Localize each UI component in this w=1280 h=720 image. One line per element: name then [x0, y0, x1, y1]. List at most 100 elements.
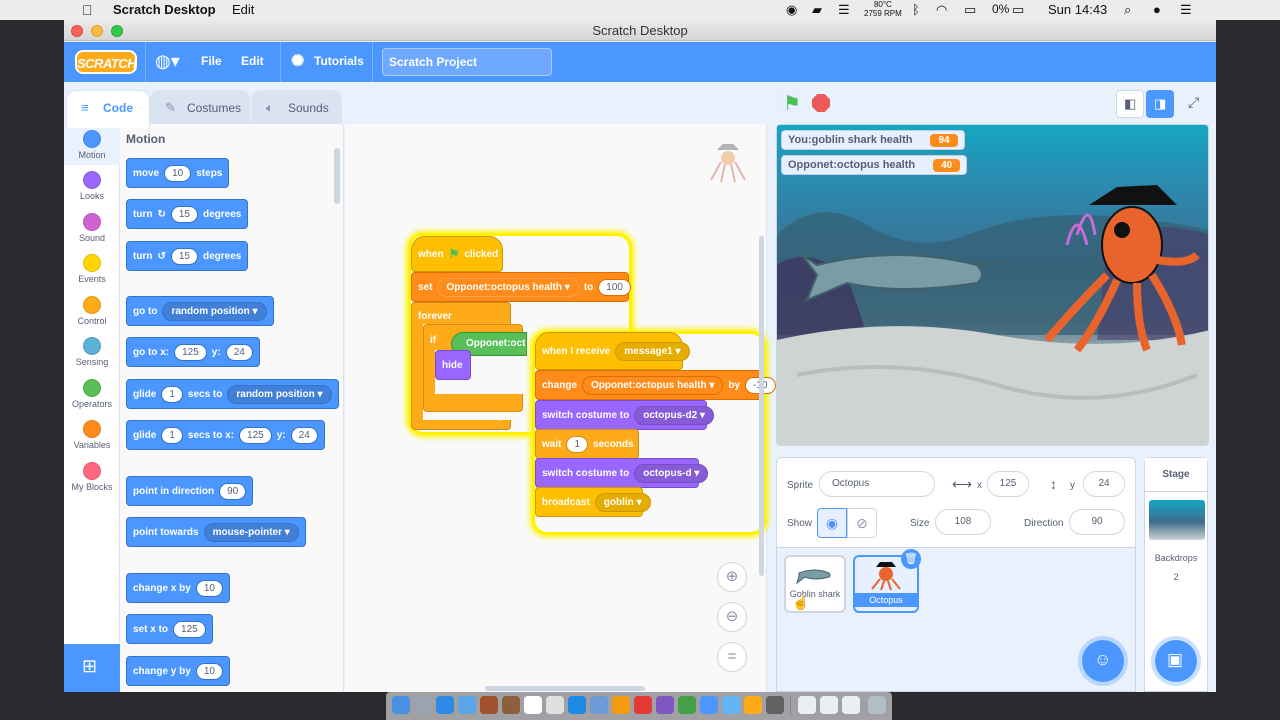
y-change-input[interactable]: 10 — [195, 662, 223, 680]
wait-seconds-input[interactable]: 1 — [566, 435, 589, 453]
block-glide-xy[interactable]: glide 1 secs to x: 125 y: 24 — [126, 420, 325, 450]
apple-icon[interactable]:  — [82, 2, 93, 18]
wifi-icon[interactable]: ◠ — [936, 2, 947, 18]
x-change-input[interactable]: 10 — [195, 579, 223, 597]
script-area-vscrollbar[interactable] — [759, 236, 764, 576]
block-turn-right[interactable]: turn ↻ 15 degrees — [126, 199, 249, 229]
tab-code[interactable]: ≡ Code — [66, 90, 150, 128]
block-when-i-receive[interactable]: when I receive message1 ▾ — [535, 332, 690, 370]
zoom-out-button[interactable]: ⊖ — [717, 602, 747, 632]
block-set-variable[interactable]: set Opponet:octopus health ▾ to 100 — [411, 272, 631, 302]
block-hide[interactable]: hide — [435, 350, 471, 380]
block-switch-costume-2[interactable]: switch costume to octopus-d ▾ — [535, 458, 709, 488]
variable-dropdown[interactable]: Opponet:octopus health ▾ — [437, 277, 579, 297]
facetime-icon[interactable] — [700, 696, 718, 714]
battery-percent[interactable]: 0% — [992, 2, 1009, 16]
set-value-input[interactable]: 100 — [598, 278, 631, 296]
app-store-icon[interactable] — [568, 696, 586, 714]
photos-icon[interactable] — [612, 696, 630, 714]
category-looks[interactable]: Looks — [64, 165, 120, 201]
x-input[interactable]: 125 — [239, 426, 272, 444]
trash-icon[interactable] — [868, 696, 886, 714]
document-icon[interactable] — [842, 696, 860, 714]
clock[interactable]: Sun 14:43 — [1048, 2, 1107, 17]
block-point-towards[interactable]: point towards mouse-pointer ▾ — [126, 517, 306, 547]
script-area[interactable]: when ⚑ clicked set Opponet:octopus health ▾… — [345, 124, 776, 692]
tutorials-button[interactable]: Tutorials — [314, 54, 364, 68]
monitor-shark-health[interactable]: You:goblin shark health 94 — [781, 130, 965, 150]
contacts-icon[interactable] — [480, 696, 498, 714]
minimize-window-button[interactable] — [91, 25, 103, 37]
scratch-desktop-icon[interactable] — [744, 696, 762, 714]
block-glide-to[interactable]: glide 1 secs to random position ▾ — [126, 379, 339, 409]
hide-sprite-button[interactable]: ⊘ — [847, 508, 877, 538]
block-when-flag-clicked[interactable]: when ⚑ clicked — [411, 236, 503, 272]
stage-canvas[interactable]: You:goblin shark health 94 Opponet:octopu… — [776, 124, 1209, 446]
stop-button[interactable] — [812, 94, 830, 112]
category-sound[interactable]: Sound — [64, 207, 120, 243]
close-window-button[interactable] — [71, 25, 83, 37]
menu-extra-icon[interactable]: ☰ — [838, 2, 850, 18]
costume-dropdown[interactable]: octopus-d ▾ — [634, 463, 709, 483]
document-icon[interactable] — [798, 696, 816, 714]
sprite-size-input[interactable]: 108 — [935, 509, 991, 535]
sprite-direction-input[interactable]: 90 — [1069, 509, 1125, 535]
category-sensing[interactable]: Sensing — [64, 331, 120, 367]
block-set-x[interactable]: set x to 125 — [126, 614, 213, 644]
category-events[interactable]: Events — [64, 248, 120, 284]
tab-sounds[interactable]: 🔈︎ Sounds — [251, 90, 342, 126]
music-icon[interactable] — [634, 696, 652, 714]
zoom-window-button[interactable] — [111, 25, 123, 37]
terminal-icon[interactable] — [766, 696, 784, 714]
edit-menu[interactable]: Edit — [241, 54, 264, 68]
language-globe-icon[interactable]: ◍▾ — [155, 51, 180, 72]
maps-icon[interactable] — [722, 696, 740, 714]
lightbulb-icon[interactable]: ✺ — [291, 51, 304, 71]
sprite-name-input[interactable]: Octopus — [819, 471, 935, 497]
block-change-variable[interactable]: changeOpponet:octopus health ▾by-10 — [535, 370, 776, 400]
palette-scrollbar[interactable] — [334, 148, 340, 204]
small-stage-button[interactable]: ◧ — [1116, 90, 1144, 118]
sprite-tile-octopus[interactable]: Octopus 🗑︎ — [853, 549, 921, 613]
block-change-y[interactable]: change y by 10 — [126, 656, 230, 686]
document-icon[interactable] — [820, 696, 838, 714]
safari-icon[interactable] — [436, 696, 454, 714]
messages-icon[interactable] — [678, 696, 696, 714]
monitor-octopus-health[interactable]: Opponet:octopus health 40 — [781, 155, 968, 175]
sprite-x-input[interactable]: 125 — [987, 471, 1029, 497]
block-point-direction[interactable]: point in direction 90 — [126, 476, 254, 506]
display-icon[interactable]: ▰ — [812, 2, 822, 18]
secs-input[interactable]: 1 — [161, 385, 183, 403]
project-title-input[interactable]: Scratch Project — [382, 48, 552, 76]
block-wait[interactable]: wait 1 seconds — [535, 429, 639, 459]
degrees-input[interactable]: 15 — [170, 247, 198, 265]
show-sprite-button[interactable]: ◉ — [817, 508, 847, 538]
green-flag-button[interactable]: ⚑ — [776, 88, 806, 118]
bluetooth-icon[interactable]: ᛒ — [912, 2, 920, 17]
broadcast-dropdown[interactable]: goblin ▾ — [594, 492, 651, 512]
spotlight-icon[interactable]: ⌕ — [1124, 2, 1131, 18]
block-go-to-xy[interactable]: go to x: 125 y: 24 — [126, 337, 260, 367]
y-input[interactable]: 24 — [290, 426, 318, 444]
category-my-blocks[interactable]: My Blocks — [64, 456, 120, 492]
costume-dropdown[interactable]: octopus-d2 ▾ — [634, 405, 714, 425]
degrees-input[interactable]: 15 — [170, 205, 198, 223]
fan-stats[interactable]: 80°C 2759 RPM — [864, 0, 902, 18]
zoom-in-button[interactable]: ⊕ — [717, 562, 747, 592]
reminders-icon[interactable] — [546, 696, 564, 714]
category-operators[interactable]: Operators — [64, 373, 120, 409]
add-extension-button[interactable]: ⊞ — [64, 644, 120, 692]
category-control[interactable]: Control — [64, 290, 120, 326]
calendar-icon[interactable] — [524, 696, 542, 714]
steps-input[interactable]: 10 — [164, 164, 192, 182]
goto-target-dropdown[interactable]: random position ▾ — [162, 301, 267, 321]
x-input[interactable]: 125 — [174, 343, 207, 361]
battery-icon[interactable]: ▭ — [1012, 2, 1024, 18]
category-motion[interactable]: Motion — [64, 124, 120, 165]
message-dropdown[interactable]: message1 ▾ — [615, 341, 690, 361]
podcasts-icon[interactable] — [656, 696, 674, 714]
script-area-hscrollbar[interactable] — [485, 686, 645, 691]
normal-stage-button[interactable]: ◨ — [1146, 90, 1174, 118]
system-prefs-icon[interactable] — [590, 696, 608, 714]
choose-backdrop-button[interactable]: ▣ — [1155, 640, 1197, 682]
